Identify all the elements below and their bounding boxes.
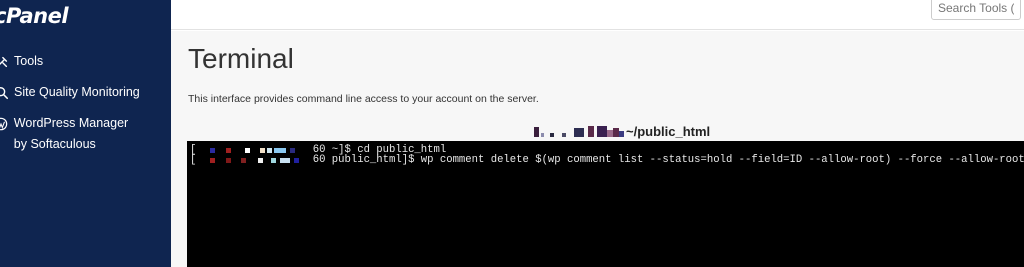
search-tools-input[interactable] [931,0,1021,20]
cpanel-logo[interactable]: cPanel [0,4,69,28]
tools-icon [0,51,9,72]
wordpress-icon [0,113,9,134]
sidebar-item-label: WordPress Manager by Softaculous [13,116,129,151]
sidebar-item-wordpress-manager[interactable]: WordPress Manager by Softaculous [0,113,144,155]
sidebar-item-tools[interactable]: Tools [0,51,43,72]
terminal-path: ~/public_html [626,123,711,139]
page-description: This interface provides command line acc… [188,93,539,105]
terminal-command-text: 60 public_html]$ wp comment delete $(wp … [306,154,1024,166]
redacted-host [210,147,306,153]
sidebar: cPanel Tools Site Quality Monitoring Wor… [0,0,171,267]
terminal-window[interactable]: [ 60 ~]$ cd public_html [60 public_html… [187,141,1024,267]
sidebar-item-label: Tools [14,54,44,68]
redacted-username [534,125,624,137]
top-header [171,0,1024,30]
main-content: Terminal This interface provides command… [171,31,1024,267]
terminal-line: [ 60 public_html]$ wp comment delete $(w… [190,154,1024,166]
page-title: Terminal [188,43,294,74]
search-icon [0,82,9,103]
terminal-header: ~/public_html [534,122,710,140]
redacted-host [210,157,306,163]
sidebar-item-label: Site Quality Monitoring [14,85,140,99]
terminal-prompt-bracket: [ [190,154,197,166]
sidebar-item-site-quality-monitoring[interactable]: Site Quality Monitoring [0,82,140,103]
